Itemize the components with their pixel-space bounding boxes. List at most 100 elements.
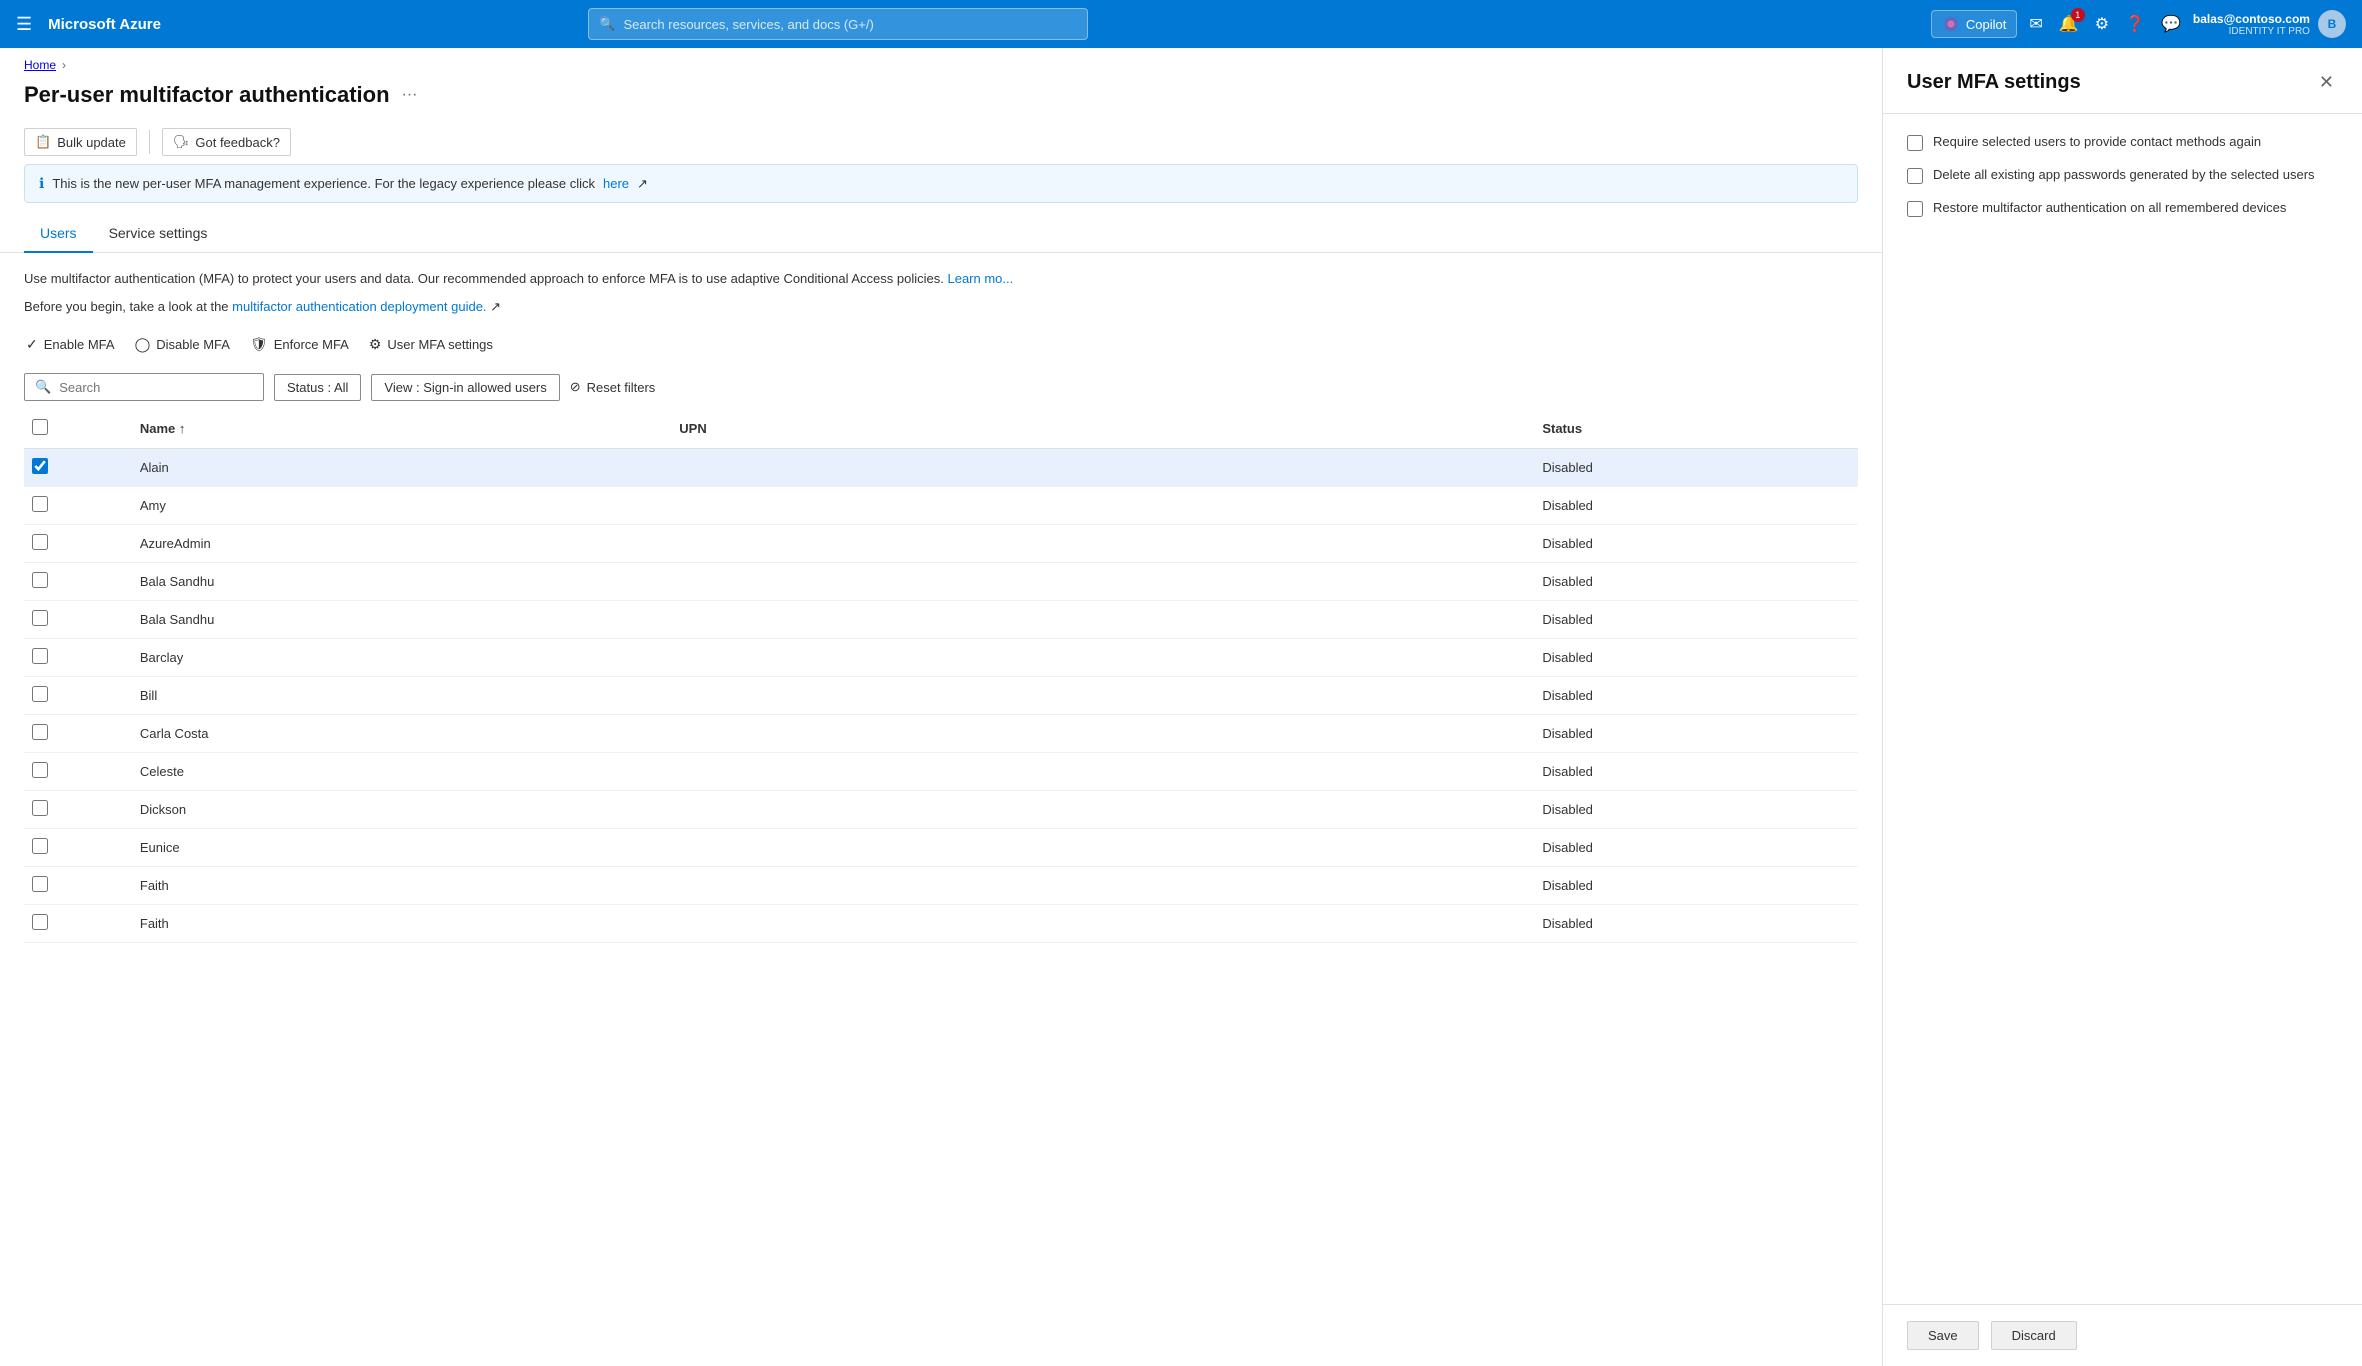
bulk-update-icon: 📋 [35, 134, 51, 150]
row-checkbox[interactable] [32, 800, 48, 816]
row-checkbox[interactable] [32, 496, 48, 512]
notifications-icon[interactable]: 🔔 1 [2055, 10, 2083, 38]
row-upn [671, 715, 1534, 753]
panel-option-checkbox-2[interactable] [1907, 201, 1923, 217]
search-input[interactable] [59, 380, 253, 395]
row-upn [671, 791, 1534, 829]
status-filter-button[interactable]: Status : All [274, 374, 361, 401]
row-upn [671, 601, 1534, 639]
row-checkbox[interactable] [32, 762, 48, 778]
row-checkbox[interactable] [32, 838, 48, 854]
row-checkbox[interactable] [32, 876, 48, 892]
table-row[interactable]: FaithDisabled [24, 905, 1858, 943]
row-checkbox[interactable] [32, 534, 48, 550]
search-box[interactable]: 🔍 [24, 373, 264, 401]
feedback-icon[interactable]: 💬 [2157, 10, 2185, 38]
table-row[interactable]: Carla CostaDisabled [24, 715, 1858, 753]
shield-icon: 🛡 [250, 336, 268, 353]
table-row[interactable]: Bala SandhuDisabled [24, 563, 1858, 601]
page-options-icon[interactable]: ··· [402, 86, 418, 104]
table-row[interactable]: Bala SandhuDisabled [24, 601, 1858, 639]
table-row[interactable]: AzureAdminDisabled [24, 525, 1858, 563]
table-row[interactable]: BarclayDisabled [24, 639, 1858, 677]
row-status: Disabled [1534, 449, 1858, 487]
breadcrumb-home[interactable]: Home [24, 58, 56, 72]
bulk-update-button[interactable]: 📋 Bulk update [24, 128, 137, 156]
users-table-container: Name ↑ UPN Status AlainDisabledAmyDisabl… [0, 409, 1882, 1366]
select-all-checkbox[interactable] [32, 419, 48, 435]
tabs: Users Service settings [0, 215, 1882, 253]
panel-option: Require selected users to provide contac… [1907, 134, 2338, 151]
row-checkbox[interactable] [32, 724, 48, 740]
content-area: Home › Per-user multifactor authenticati… [0, 48, 1882, 1366]
learn-more-link[interactable]: Learn mo... [947, 271, 1013, 286]
feedback-label: Got feedback? [195, 135, 280, 150]
panel-option-checkbox-0[interactable] [1907, 135, 1923, 151]
row-status: Disabled [1534, 905, 1858, 943]
breadcrumb-separator: › [62, 58, 66, 72]
reset-filters-button[interactable]: ⊘ Reset filters [570, 379, 656, 395]
feedback-button[interactable]: 🗣 Got feedback? [162, 128, 291, 156]
row-upn [671, 449, 1534, 487]
table-row[interactable]: AmyDisabled [24, 487, 1858, 525]
enforce-mfa-button[interactable]: 🛡 Enforce MFA [248, 332, 351, 357]
row-name: Dickson [132, 791, 671, 829]
table-row[interactable]: DicksonDisabled [24, 791, 1858, 829]
row-checkbox[interactable] [32, 458, 48, 474]
row-upn [671, 829, 1534, 867]
table-row[interactable]: FaithDisabled [24, 867, 1858, 905]
save-button[interactable]: Save [1907, 1321, 1979, 1350]
row-status: Disabled [1534, 601, 1858, 639]
panel-close-button[interactable]: ✕ [2315, 68, 2338, 97]
row-status: Disabled [1534, 829, 1858, 867]
disable-mfa-button[interactable]: ◯ Disable MFA [133, 332, 232, 357]
filter-icon: ⊘ [570, 379, 581, 395]
settings-icon[interactable]: ⚙ [2091, 10, 2113, 38]
table-row[interactable]: AlainDisabled [24, 449, 1858, 487]
panel-option-label-1[interactable]: Delete all existing app passwords genera… [1933, 167, 2315, 182]
row-name: Eunice [132, 829, 671, 867]
row-checkbox[interactable] [32, 610, 48, 626]
row-upn [671, 677, 1534, 715]
tab-service-settings[interactable]: Service settings [93, 215, 224, 253]
global-search-input[interactable] [623, 17, 1077, 32]
row-name: Faith [132, 867, 671, 905]
description-line1: Use multifactor authentication (MFA) to … [24, 269, 1858, 289]
panel-option-label-0[interactable]: Require selected users to provide contac… [1933, 134, 2261, 149]
panel-title: User MFA settings [1907, 71, 2081, 94]
enable-mfa-button[interactable]: ✓ Enable MFA [24, 332, 117, 357]
info-icon: ℹ [39, 175, 44, 192]
panel-header: User MFA settings ✕ [1883, 48, 2362, 114]
name-column-header[interactable]: Name ↑ [132, 409, 671, 449]
user-info[interactable]: balas@contoso.com IDENTITY IT PRO B [2193, 10, 2346, 38]
row-upn [671, 639, 1534, 677]
panel-option-checkbox-1[interactable] [1907, 168, 1923, 184]
table-row[interactable]: Eunice Disabled [24, 829, 1858, 867]
deployment-guide-link[interactable]: multifactor authentication deployment gu… [232, 299, 486, 314]
status-column-header: Status [1534, 409, 1858, 449]
table-row[interactable]: CelesteDisabled [24, 753, 1858, 791]
enforce-mfa-label: Enforce MFA [274, 337, 349, 352]
global-search-box[interactable]: 🔍 [588, 8, 1088, 40]
view-filter-button[interactable]: View : Sign-in allowed users [371, 374, 559, 401]
table-row[interactable]: BillDisabled [24, 677, 1858, 715]
row-checkbox[interactable] [32, 648, 48, 664]
user-mfa-settings-button[interactable]: ⚙ User MFA settings [367, 332, 495, 357]
discard-button[interactable]: Discard [1991, 1321, 2077, 1350]
row-checkbox[interactable] [32, 572, 48, 588]
menu-icon[interactable]: ☰ [16, 14, 32, 35]
here-link[interactable]: here [603, 176, 629, 191]
row-checkbox[interactable] [32, 686, 48, 702]
row-name: Barclay [132, 639, 671, 677]
row-checkbox[interactable] [32, 914, 48, 930]
panel-option-label-2[interactable]: Restore multifactor authentication on al… [1933, 200, 2286, 215]
row-status: Disabled [1534, 753, 1858, 791]
copilot-button[interactable]: Copilot [1931, 10, 2017, 38]
row-name: Amy [132, 487, 671, 525]
filter-bar: 🔍 Status : All View : Sign-in allowed us… [0, 365, 1882, 409]
tab-users[interactable]: Users [24, 215, 93, 253]
disable-mfa-label: Disable MFA [156, 337, 230, 352]
help-icon[interactable]: ❓ [2121, 10, 2149, 38]
row-upn [671, 867, 1534, 905]
mail-icon[interactable]: ✉ [2025, 10, 2046, 38]
